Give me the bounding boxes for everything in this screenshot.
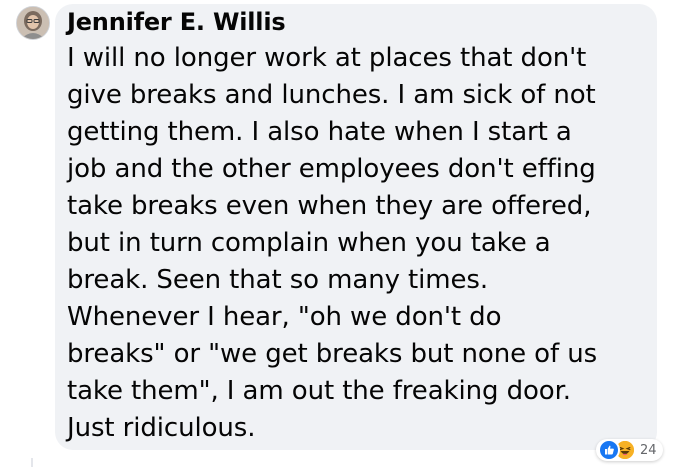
thread-line [31,458,33,467]
reactions-summary[interactable]: 24 [596,439,663,461]
comment-bubble: Jennifer E. Willis I will no longer work… [55,4,657,450]
profile-photo-icon [17,7,49,39]
like-icon [598,439,620,461]
reaction-count: 24 [640,442,657,458]
comment-text: I will no longer work at places that don… [67,43,598,443]
comment-author[interactable]: Jennifer E. Willis [67,9,645,35]
avatar[interactable] [16,6,50,40]
